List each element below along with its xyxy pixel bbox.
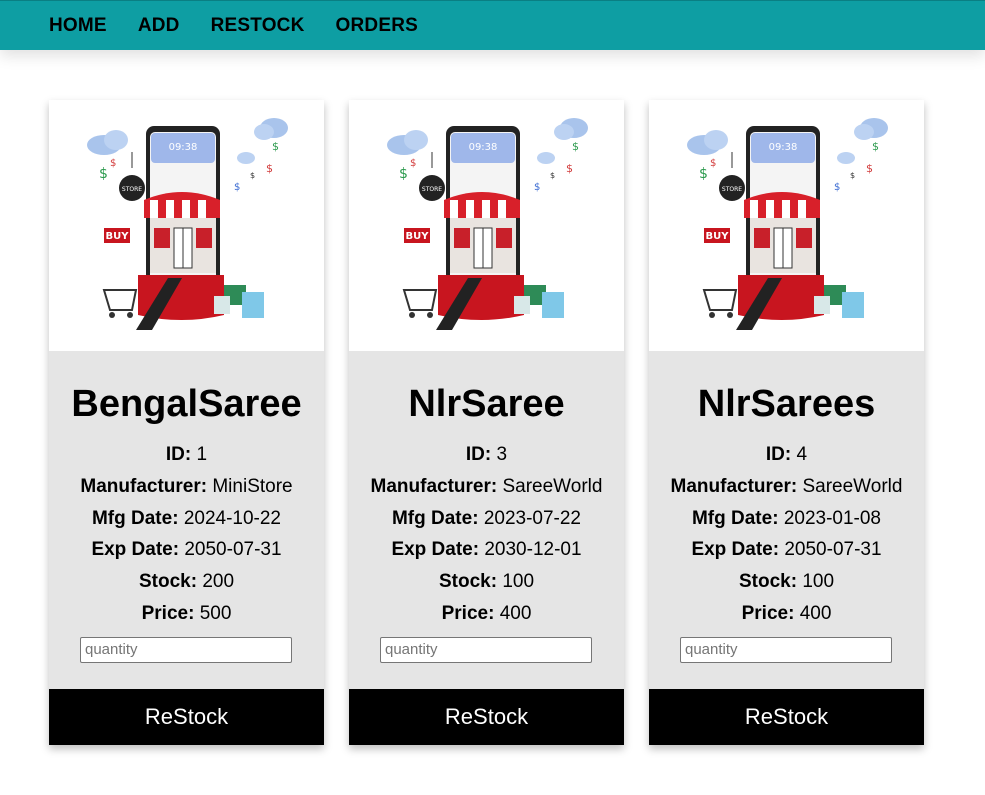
product-card: BengalSaree ID: 1 Manufacturer: MiniStor… — [49, 100, 324, 745]
product-details: ID: 3 Manufacturer: SareeWorld Mfg Date:… — [349, 439, 624, 630]
restock-button[interactable]: ReStock — [649, 689, 924, 745]
product-name: NlrSarees — [697, 383, 876, 425]
quantity-input[interactable] — [80, 636, 292, 663]
product-card: NlrSarees ID: 4 Manufacturer: SareeWorld… — [649, 100, 924, 745]
product-stock: Stock: 100 — [738, 571, 835, 593]
store-illustration-image — [374, 100, 599, 351]
product-stock: Stock: 100 — [438, 571, 535, 593]
product-manufacturer: Manufacturer: MiniStore — [80, 475, 293, 497]
nav-orders-link[interactable]: ORDERS — [336, 15, 419, 37]
store-illustration-image — [74, 100, 299, 351]
store-illustration-image — [674, 100, 899, 351]
product-card: NlrSaree ID: 3 Manufacturer: SareeWorld … — [349, 100, 624, 745]
product-manufacturer: Manufacturer: SareeWorld — [370, 475, 603, 497]
product-price: Price: 400 — [441, 602, 532, 624]
product-details: ID: 1 Manufacturer: MiniStore Mfg Date: … — [49, 439, 324, 630]
quantity-input[interactable] — [680, 636, 892, 663]
product-name: NlrSaree — [408, 383, 565, 425]
product-id: ID: 3 — [465, 444, 508, 465]
product-mfg-date: Mfg Date: 2023-07-22 — [391, 507, 582, 529]
product-mfg-date: Mfg Date: 2023-01-08 — [691, 507, 882, 529]
restock-button[interactable]: ReStock — [349, 689, 624, 745]
product-price: Price: 400 — [741, 602, 832, 624]
product-name: BengalSaree — [71, 383, 302, 425]
product-mfg-date: Mfg Date: 2024-10-22 — [91, 507, 282, 529]
product-id: ID: 1 — [165, 444, 208, 465]
product-manufacturer: Manufacturer: SareeWorld — [670, 475, 903, 497]
product-exp-date: Exp Date: 2050-07-31 — [91, 539, 282, 561]
nav-restock-link[interactable]: RESTOCK — [211, 15, 305, 37]
product-card-list: BengalSaree ID: 1 Manufacturer: MiniStor… — [49, 100, 949, 745]
product-exp-date: Exp Date: 2030-12-01 — [391, 539, 582, 561]
product-stock: Stock: 200 — [138, 571, 235, 593]
product-price: Price: 500 — [141, 602, 232, 624]
product-image — [49, 100, 324, 351]
product-id: ID: 4 — [765, 444, 808, 465]
product-exp-date: Exp Date: 2050-07-31 — [691, 539, 882, 561]
product-image — [649, 100, 924, 351]
product-details: ID: 4 Manufacturer: SareeWorld Mfg Date:… — [649, 439, 924, 630]
quantity-input[interactable] — [380, 636, 592, 663]
restock-button[interactable]: ReStock — [49, 689, 324, 745]
top-navbar: HOME ADD RESTOCK ORDERS — [0, 0, 985, 50]
nav-home-link[interactable]: HOME — [49, 15, 107, 37]
nav-add-link[interactable]: ADD — [138, 15, 180, 37]
product-image — [349, 100, 624, 351]
